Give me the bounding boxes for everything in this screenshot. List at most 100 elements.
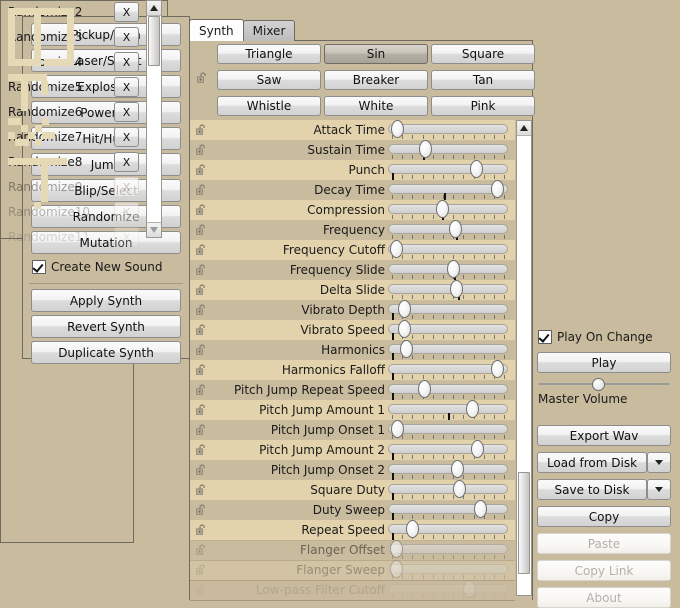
remove-sound-button[interactable]: X: [114, 27, 139, 47]
scroll-up-arrow-icon[interactable]: [517, 121, 531, 136]
parameter-scroll-thumb[interactable]: [518, 472, 530, 574]
unlocked-padlock-icon[interactable]: [196, 264, 207, 275]
parameter-thumb[interactable]: [399, 340, 413, 358]
parameter-thumb[interactable]: [446, 260, 460, 278]
tab-mixer[interactable]: Mixer: [242, 20, 296, 41]
parameter-track[interactable]: [388, 564, 508, 574]
wave-type-pink[interactable]: Pink: [431, 96, 535, 116]
parameter-row[interactable]: Frequency Slide: [190, 260, 515, 281]
parameter-row[interactable]: Harmonics Falloff: [190, 360, 515, 381]
wave-type-triangle[interactable]: Triangle: [217, 44, 321, 64]
unlocked-padlock-icon[interactable]: [196, 384, 207, 395]
parameter-track[interactable]: [388, 504, 508, 514]
parameter-thumb[interactable]: [490, 360, 504, 378]
unlocked-padlock-icon[interactable]: [196, 204, 207, 215]
master-volume-slider[interactable]: [539, 378, 669, 391]
parameter-row[interactable]: Square Duty: [190, 480, 515, 501]
sound-list-scrollbar[interactable]: [146, 0, 162, 238]
unlocked-padlock-icon[interactable]: [196, 244, 207, 255]
parameter-track[interactable]: [388, 464, 508, 474]
unlocked-padlock-icon[interactable]: [197, 72, 208, 83]
remove-sound-button[interactable]: X: [114, 52, 139, 72]
remove-sound-button[interactable]: X: [114, 152, 139, 172]
parameter-track[interactable]: [388, 424, 508, 434]
unlocked-padlock-icon[interactable]: [196, 484, 207, 495]
unlocked-padlock-icon[interactable]: [196, 224, 207, 235]
wave-type-saw[interactable]: Saw: [217, 70, 321, 90]
remove-sound-button[interactable]: X: [114, 127, 139, 147]
parameter-row[interactable]: Frequency Cutoff: [190, 240, 515, 261]
unlocked-padlock-icon[interactable]: [196, 464, 207, 475]
file-action-save-to-disk-dropdown-chevron-down-icon[interactable]: [647, 479, 671, 500]
action-button-revert-synth[interactable]: Revert Synth: [31, 315, 181, 338]
unlocked-padlock-icon[interactable]: [196, 584, 207, 595]
parameter-track[interactable]: [388, 384, 508, 394]
unlocked-padlock-icon[interactable]: [196, 564, 207, 575]
sound-list-scroll-thumb[interactable]: [148, 16, 160, 66]
parameter-row[interactable]: Vibrato Depth: [190, 300, 515, 321]
parameter-track[interactable]: [388, 144, 508, 154]
parameter-row[interactable]: Duty Sweep: [190, 500, 515, 521]
parameter-track[interactable]: [388, 244, 508, 254]
action-button-duplicate-synth[interactable]: Duplicate Synth: [31, 341, 181, 364]
parameter-track[interactable]: [388, 584, 508, 594]
parameter-thumb[interactable]: [397, 320, 411, 338]
parameter-row[interactable]: Compression: [190, 200, 515, 221]
parameter-row[interactable]: Attack Time: [190, 120, 515, 141]
play-on-change-checkbox[interactable]: Play On Change: [538, 330, 653, 344]
wave-type-whistle[interactable]: Whistle: [217, 96, 321, 116]
parameter-row[interactable]: Flanger Sweep: [190, 560, 515, 581]
parameter-track[interactable]: [388, 444, 508, 454]
parameter-row[interactable]: Decay Time: [190, 180, 515, 201]
parameter-track[interactable]: [388, 484, 508, 494]
parameter-row[interactable]: Frequency: [190, 220, 515, 241]
parameter-row[interactable]: Pitch Jump Amount 2: [190, 440, 515, 461]
parameter-row[interactable]: Low-pass Filter Cutoff: [190, 580, 515, 601]
parameter-thumb[interactable]: [490, 180, 504, 198]
unlocked-padlock-icon[interactable]: [196, 124, 207, 135]
wave-type-tan[interactable]: Tan: [431, 70, 535, 90]
parameter-row[interactable]: Repeat Speed: [190, 520, 515, 541]
wave-type-breaker[interactable]: Breaker: [324, 70, 428, 90]
unlocked-padlock-icon[interactable]: [196, 304, 207, 315]
unlocked-padlock-icon[interactable]: [196, 344, 207, 355]
unlocked-padlock-icon[interactable]: [196, 504, 207, 515]
parameter-thumb[interactable]: [419, 140, 433, 158]
parameter-row[interactable]: Pitch Jump Repeat Speed: [190, 380, 515, 401]
parameter-row[interactable]: Sustain Time: [190, 140, 515, 161]
parameter-row[interactable]: Harmonics: [190, 340, 515, 361]
scroll-up-arrow-icon[interactable]: [147, 1, 161, 16]
wave-type-sin[interactable]: Sin: [324, 44, 428, 64]
remove-sound-button[interactable]: X: [114, 2, 139, 22]
parameter-row[interactable]: Pitch Jump Onset 2: [190, 460, 515, 481]
parameter-scrollbar[interactable]: [516, 120, 532, 596]
unlocked-padlock-icon[interactable]: [196, 144, 207, 155]
file-action-copy[interactable]: Copy: [537, 506, 671, 527]
parameter-row[interactable]: Punch: [190, 160, 515, 181]
create-new-sound-checkbox[interactable]: Create New Sound: [32, 260, 162, 274]
remove-sound-button[interactable]: X: [114, 77, 139, 97]
parameter-track[interactable]: [388, 164, 508, 174]
unlocked-padlock-icon[interactable]: [196, 284, 207, 295]
parameter-row[interactable]: Flanger Offset: [190, 540, 515, 561]
list-item[interactable]: Randomize11 X: [0, 225, 145, 250]
parameter-track[interactable]: [388, 544, 508, 554]
action-button-apply-synth[interactable]: Apply Synth: [31, 289, 181, 312]
unlocked-padlock-icon[interactable]: [196, 444, 207, 455]
scroll-down-arrow-icon[interactable]: [147, 222, 161, 237]
wave-type-square[interactable]: Square: [431, 44, 535, 64]
parameter-thumb[interactable]: [417, 380, 431, 398]
wave-type-white[interactable]: White: [324, 96, 428, 116]
parameter-track[interactable]: [388, 124, 508, 134]
list-item[interactable]: Randomize10 X: [0, 200, 145, 225]
volume-thumb[interactable]: [591, 378, 605, 391]
parameter-thumb[interactable]: [473, 500, 487, 518]
unlocked-padlock-icon[interactable]: [196, 404, 207, 415]
file-action-load-from-disk-dropdown-chevron-down-icon[interactable]: [647, 452, 671, 473]
unlocked-padlock-icon[interactable]: [196, 524, 207, 535]
remove-sound-button[interactable]: X: [114, 102, 139, 122]
file-action-load-from-disk[interactable]: Load from Disk: [537, 452, 647, 473]
parameter-thumb[interactable]: [450, 280, 464, 298]
parameter-thumb[interactable]: [397, 300, 411, 318]
parameter-thumb[interactable]: [462, 580, 476, 598]
